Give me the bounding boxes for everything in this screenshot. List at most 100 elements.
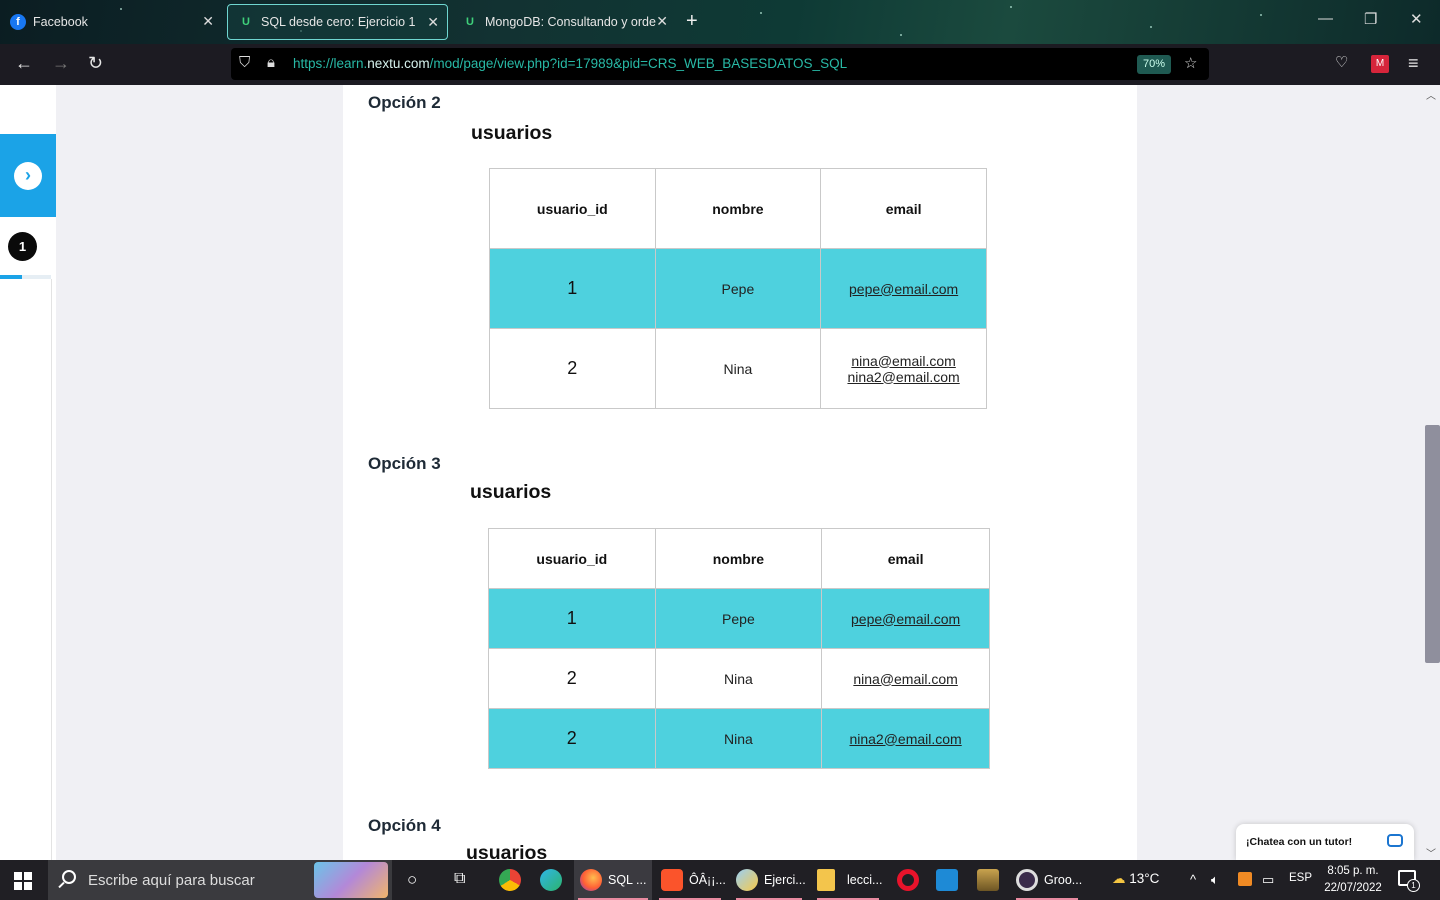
windows-taskbar: Escribe aquí para buscar ○ ⧉ SQL ... ÔÂ¡… [0, 860, 1440, 900]
tab-sql-active[interactable]: U SQL desde cero: Ejercicio 1 ✕ [227, 4, 448, 40]
taskbar-search-box[interactable]: Escribe aquí para buscar [48, 860, 392, 900]
tab-mongodb[interactable]: U MongoDB: Consultando y orde ✕ [452, 4, 676, 40]
network-icon[interactable]: ▭ [1262, 872, 1274, 888]
sidebar-toggle-button[interactable]: › [0, 134, 56, 217]
cell-email-link[interactable]: pepe@email.com [820, 248, 987, 329]
option-3-heading: Opción 3 [368, 454, 441, 473]
column-header: nombre [654, 528, 823, 589]
tray-expand-icon[interactable]: ^ [1190, 872, 1196, 887]
progress-bar [0, 275, 51, 279]
cell-email-multi: nina@email.com nina2@email.com [820, 328, 987, 409]
cell-id: 2 [488, 648, 656, 709]
cell-email-link[interactable]: nina@email.com [821, 648, 990, 709]
url-bar[interactable]: ⛉ 🔒︎ https://learn.nextu.com/mod/page/vi… [231, 48, 1209, 80]
facebook-icon: f [10, 14, 26, 30]
zoom-level-badge[interactable]: 70% [1137, 55, 1172, 74]
cell-id: 2 [488, 708, 656, 769]
edge-app[interactable] [540, 860, 568, 900]
close-tab-icon[interactable]: ✕ [427, 14, 439, 31]
chat-bubble-icon [1387, 834, 1403, 847]
lesson-content: Opción 2 usuarios usuario_id nombre emai… [343, 85, 1137, 860]
page-scrollbar[interactable]: ︿ ﹀ [1423, 85, 1440, 860]
weather-icon: ☁ [1112, 871, 1126, 886]
step-indicator[interactable]: 1 [8, 232, 37, 261]
clock-time: 8:05 p. m. [1327, 865, 1379, 877]
nextu-icon: U [466, 16, 474, 28]
cell-id: 2 [489, 328, 656, 409]
menu-icon[interactable]: ≡ [1408, 53, 1419, 74]
clock[interactable]: 8:05 p. m. 22/07/2022 [1318, 863, 1388, 897]
pocket-icon[interactable]: ♡ [1335, 53, 1348, 71]
restore-icon[interactable]: ❐ [1364, 10, 1377, 28]
option-3-table-title: usuarios [470, 481, 552, 503]
firefox-app[interactable]: SQL ... [574, 860, 652, 900]
lock-icon[interactable]: 🔒︎ [267, 54, 275, 71]
paint-app[interactable]: Ejerci... [732, 860, 806, 900]
url-text: https://learn.nextu.com/mod/page/view.ph… [293, 56, 848, 71]
course-sidebar: › 1 [0, 85, 56, 860]
league-app[interactable] [977, 860, 1005, 900]
file-explorer-app[interactable]: lecci... [813, 860, 883, 900]
table-row: 2 Nina nina2@email.com [488, 708, 990, 769]
chat-with-tutor-button[interactable]: ¡Chatea con un tutor! [1236, 824, 1414, 860]
cell-email-link[interactable]: pepe@email.com [821, 588, 990, 649]
column-header: email [821, 528, 990, 589]
volume-icon[interactable]: 🔈︎ [1211, 872, 1219, 888]
app-label: Groo... [1044, 873, 1083, 887]
tab-facebook[interactable]: f Facebook ✕ [0, 4, 222, 40]
cell-email-link[interactable]: nina@email.com [821, 353, 986, 369]
extension-icon[interactable]: M [1371, 55, 1389, 73]
windows-start-icon[interactable] [14, 872, 32, 890]
table-header-row: usuario_id nombre email [488, 528, 990, 589]
groove-app[interactable]: Groo... [1012, 860, 1082, 900]
browser-titlebar: f Facebook ✕ U SQL desde cero: Ejercicio… [0, 0, 1440, 44]
option-4-heading: Opción 4 [368, 816, 441, 835]
task-view-icon[interactable]: ⧉ [454, 870, 465, 888]
table-header-row: usuario_id nombre email [489, 168, 987, 249]
scroll-up-icon[interactable]: ︿ [1426, 87, 1436, 102]
close-tab-icon[interactable]: ✕ [656, 13, 668, 30]
cell-id: 1 [488, 588, 656, 649]
window-close-icon[interactable]: ✕ [1410, 10, 1423, 28]
nextu-icon: U [242, 16, 250, 28]
reload-icon[interactable]: ↻ [88, 53, 103, 74]
minimize-icon[interactable]: — [1318, 10, 1333, 27]
tray-app-icon[interactable] [1238, 872, 1252, 886]
weather-widget[interactable]: ☁ 13°C [1112, 871, 1159, 887]
scroll-down-icon[interactable]: ﹀ [1426, 845, 1436, 860]
edge-icon [540, 869, 562, 891]
cell-email-link[interactable]: nina2@email.com [821, 369, 986, 385]
bookmark-star-icon[interactable]: ☆ [1184, 54, 1197, 72]
forward-icon[interactable]: → [52, 53, 70, 74]
cell-nombre: Pepe [654, 588, 823, 649]
option-3-table: usuario_id nombre email 1 Pepe pepe@emai… [488, 528, 990, 769]
chrome-app[interactable] [499, 860, 527, 900]
vscode-app[interactable] [936, 860, 964, 900]
option-2-table: usuario_id nombre email 1 Pepe pepe@emai… [489, 168, 987, 409]
cell-email-link[interactable]: nina2@email.com [821, 708, 990, 769]
chrome-icon [499, 869, 521, 891]
table-row: 2 Nina nina@email.com nina2@email.com [489, 328, 987, 409]
scrollbar-thumb[interactable] [1425, 425, 1440, 663]
notification-count: 1 [1407, 879, 1420, 892]
new-tab-icon[interactable]: + [686, 10, 698, 33]
chat-label: ¡Chatea con un tutor! [1246, 836, 1353, 848]
column-header: email [820, 168, 987, 249]
app-label: ÔÂ¡¡... [689, 873, 726, 887]
cell-nombre: Nina [654, 328, 822, 409]
back-icon[interactable]: ← [15, 53, 33, 74]
brave-app[interactable]: ÔÂ¡¡... [655, 860, 726, 900]
divider [51, 279, 52, 860]
shield-icon[interactable]: ⛉ [239, 54, 250, 71]
cortana-icon[interactable]: ○ [407, 870, 417, 890]
paint-icon [736, 869, 758, 891]
opera-app[interactable] [897, 860, 925, 900]
language-indicator[interactable]: ESP [1289, 872, 1312, 884]
table-row: 1 Pepe pepe@email.com [489, 248, 987, 329]
clock-date: 22/07/2022 [1324, 882, 1382, 894]
close-tab-icon[interactable]: ✕ [202, 13, 214, 30]
table-row: 2 Nina nina@email.com [488, 648, 990, 709]
progress-bar-fill [0, 275, 22, 279]
column-header: usuario_id [488, 528, 656, 589]
column-header: nombre [654, 168, 822, 249]
